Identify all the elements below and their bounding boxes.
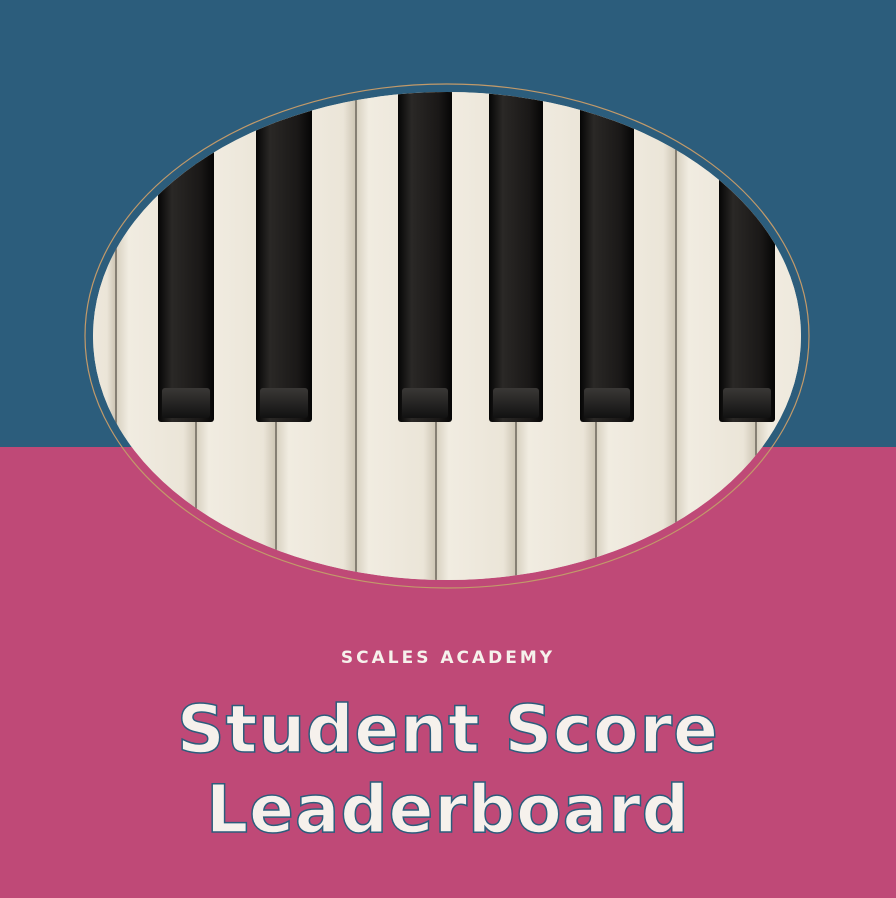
piano-keys-group xyxy=(93,92,801,580)
white-key xyxy=(93,92,115,580)
black-key-tip xyxy=(162,388,210,418)
black-key-tip xyxy=(493,388,539,418)
black-key xyxy=(580,92,634,422)
title-line-1: Student Score xyxy=(176,690,719,769)
black-key-tip xyxy=(402,388,448,418)
page-title: Student Score Leaderboard xyxy=(0,690,896,850)
academy-name: SCALES ACADEMY xyxy=(340,648,556,668)
black-key xyxy=(158,92,214,422)
black-key-tip xyxy=(584,388,630,418)
black-key xyxy=(398,92,452,422)
black-key-tip xyxy=(723,388,771,418)
black-key xyxy=(256,92,312,422)
title-line-2: Leaderboard xyxy=(205,770,690,849)
black-key-tip xyxy=(260,388,308,418)
black-key xyxy=(489,92,543,422)
black-key xyxy=(719,92,775,422)
